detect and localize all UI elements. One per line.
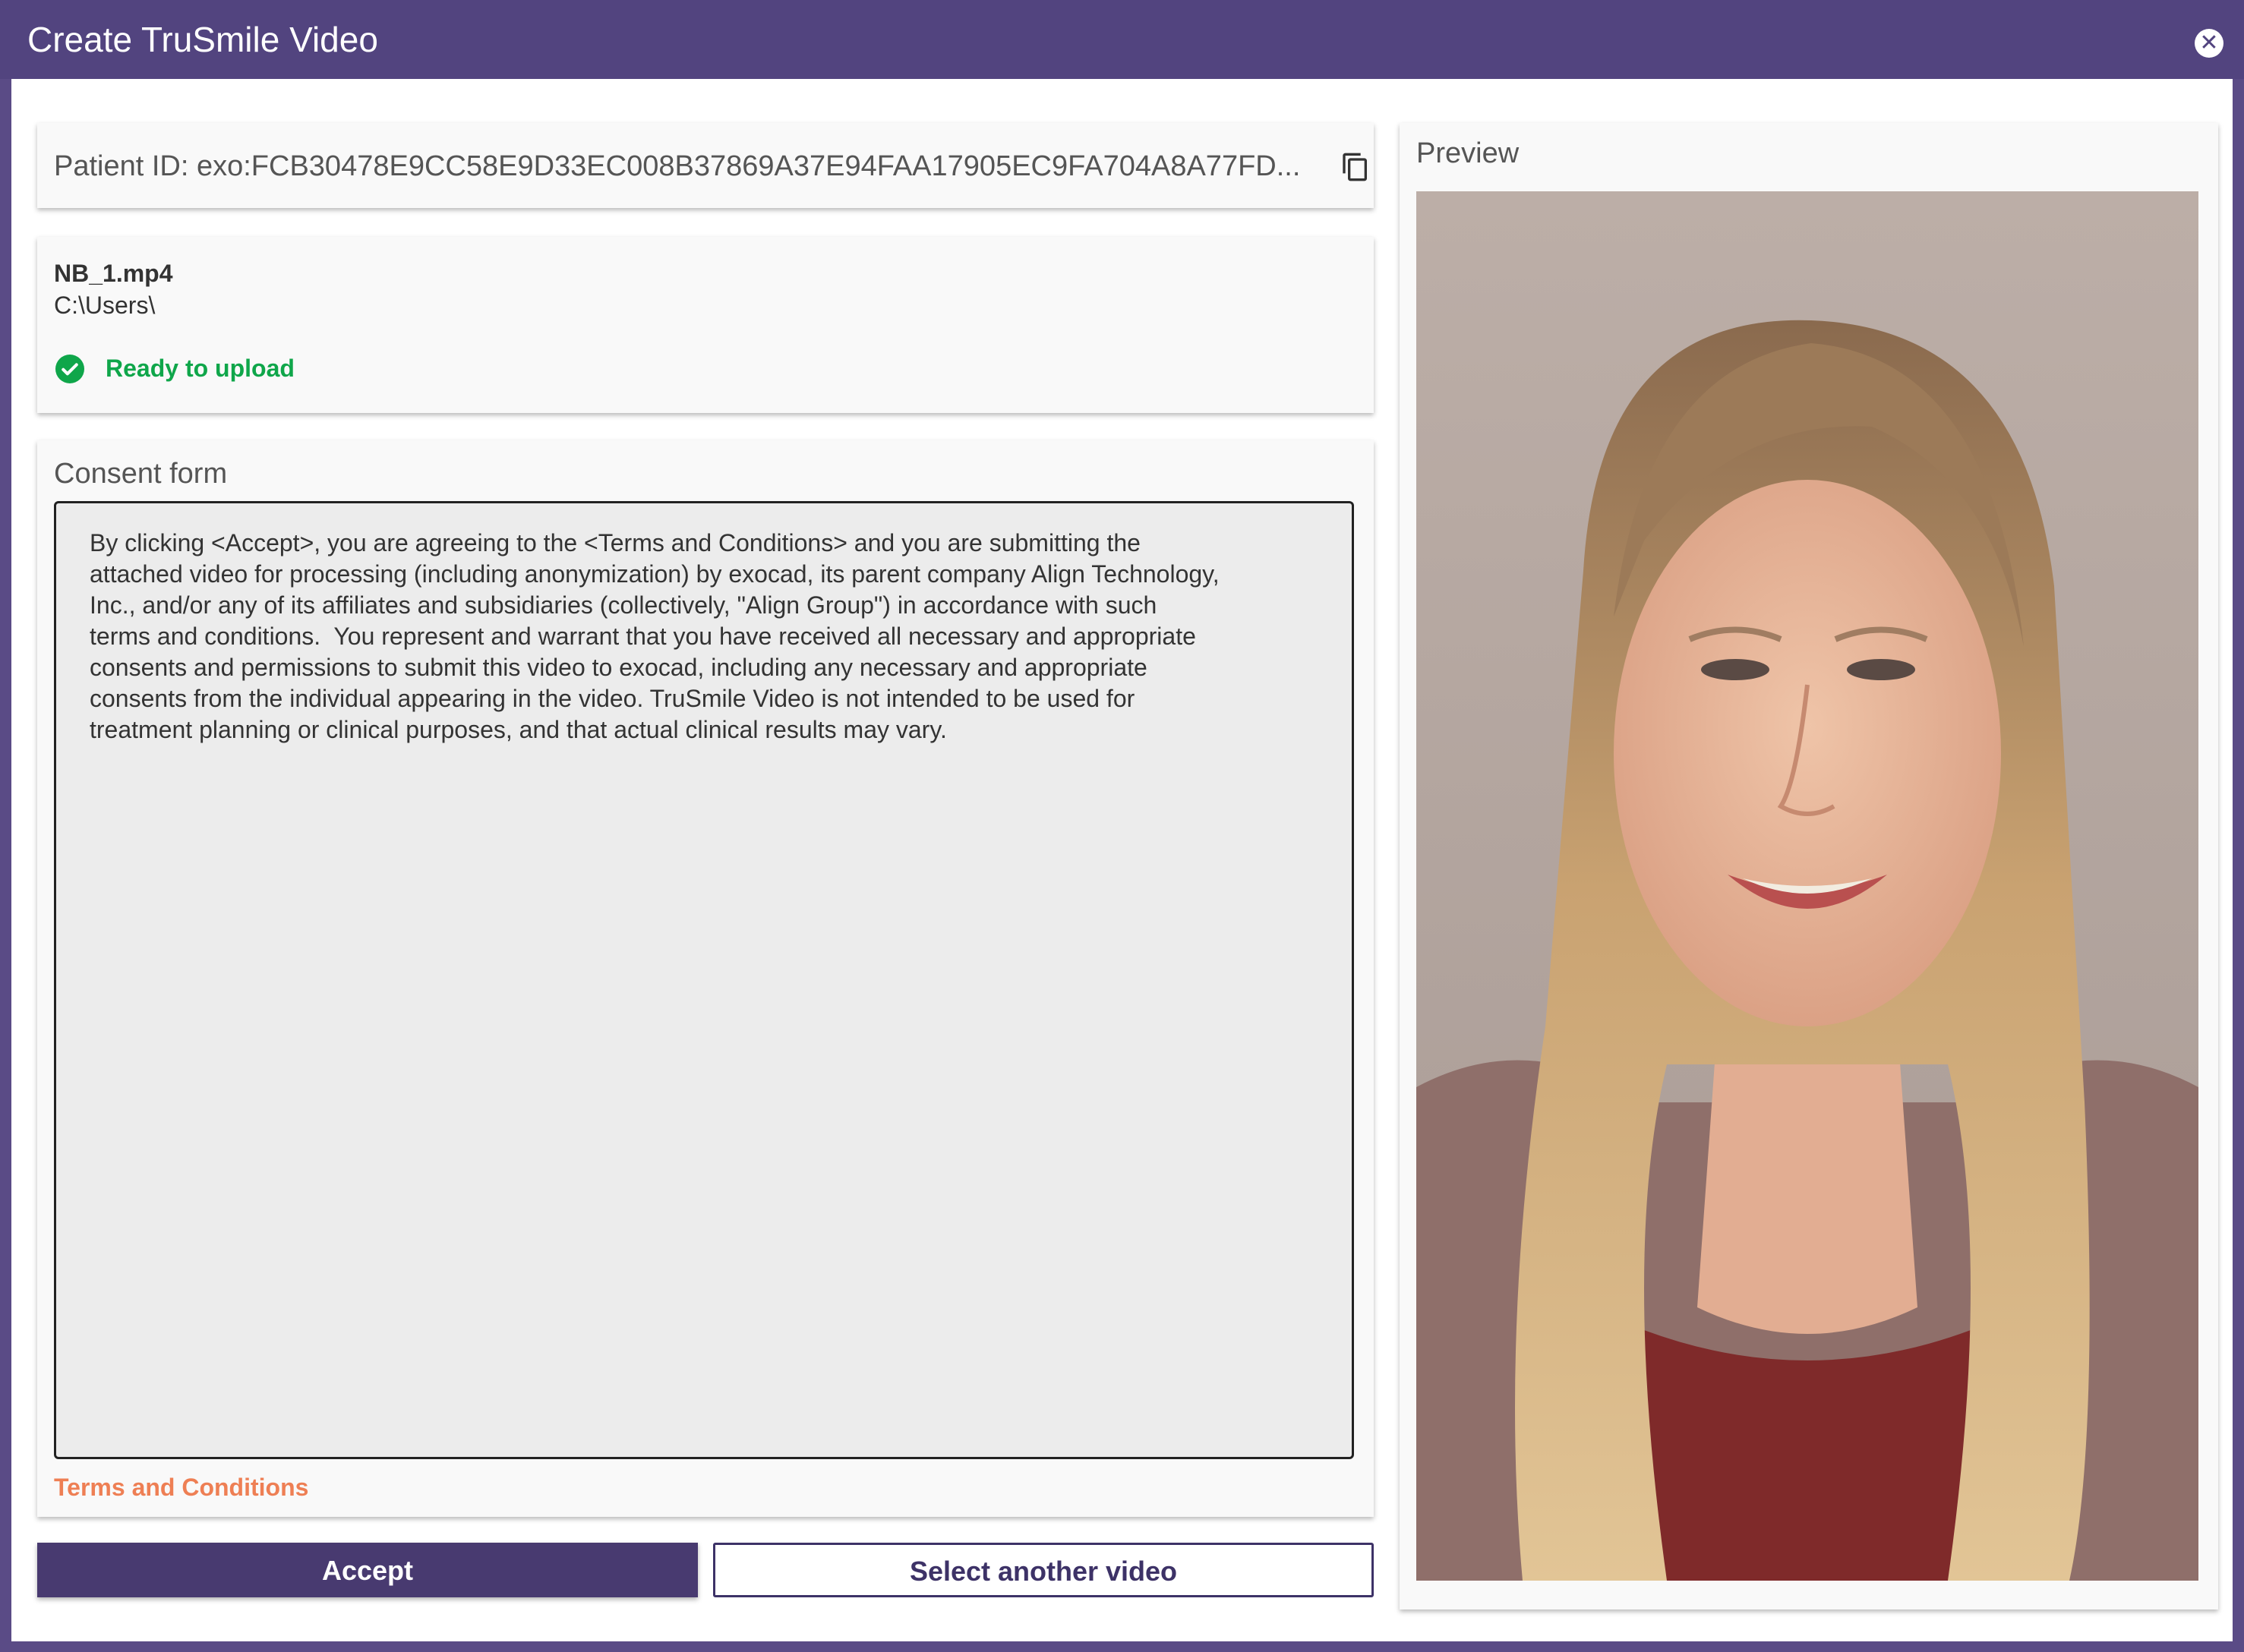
dialog-content: Patient ID: exo:FCB30478E9CC58E9D33EC008… [11,79,2233,1641]
title-bar: Create TruSmile Video ✕ [0,0,2244,79]
close-icon[interactable]: ✕ [2195,29,2223,58]
check-circle-icon [55,355,84,383]
file-path: C:\Users\ [54,292,156,319]
person-portrait [1416,191,2198,1581]
upload-status: Ready to upload [106,355,295,382]
dialog-title: Create TruSmile Video [27,20,378,59]
file-card [37,237,1374,413]
patient-id-text: Patient ID: exo:FCB30478E9CC58E9D33EC008… [54,150,1301,182]
patient-id-card: Patient ID: exo:FCB30478E9CC58E9D33EC008… [37,123,1374,208]
file-name: NB_1.mp4 [54,260,173,287]
consent-title: Consent form [54,458,228,490]
preview-card: Preview [1400,123,2218,1609]
consent-card: Consent form By clicking <Accept>, you a… [37,440,1374,1517]
preview-title: Preview [1416,137,1520,169]
consent-text: By clicking <Accept>, you are agreeing t… [90,529,1220,743]
dialog-window: Create TruSmile Video ✕ Patient ID: exo:… [0,0,2244,1652]
select-another-video-button[interactable]: Select another video [713,1543,1374,1597]
copy-icon[interactable] [1340,150,1371,184]
terms-and-conditions-link[interactable]: Terms and Conditions [54,1471,308,1503]
accept-button[interactable]: Accept [37,1543,698,1597]
video-preview-image [1416,191,2198,1581]
consent-text-area[interactable]: By clicking <Accept>, you are agreeing t… [54,501,1354,1459]
